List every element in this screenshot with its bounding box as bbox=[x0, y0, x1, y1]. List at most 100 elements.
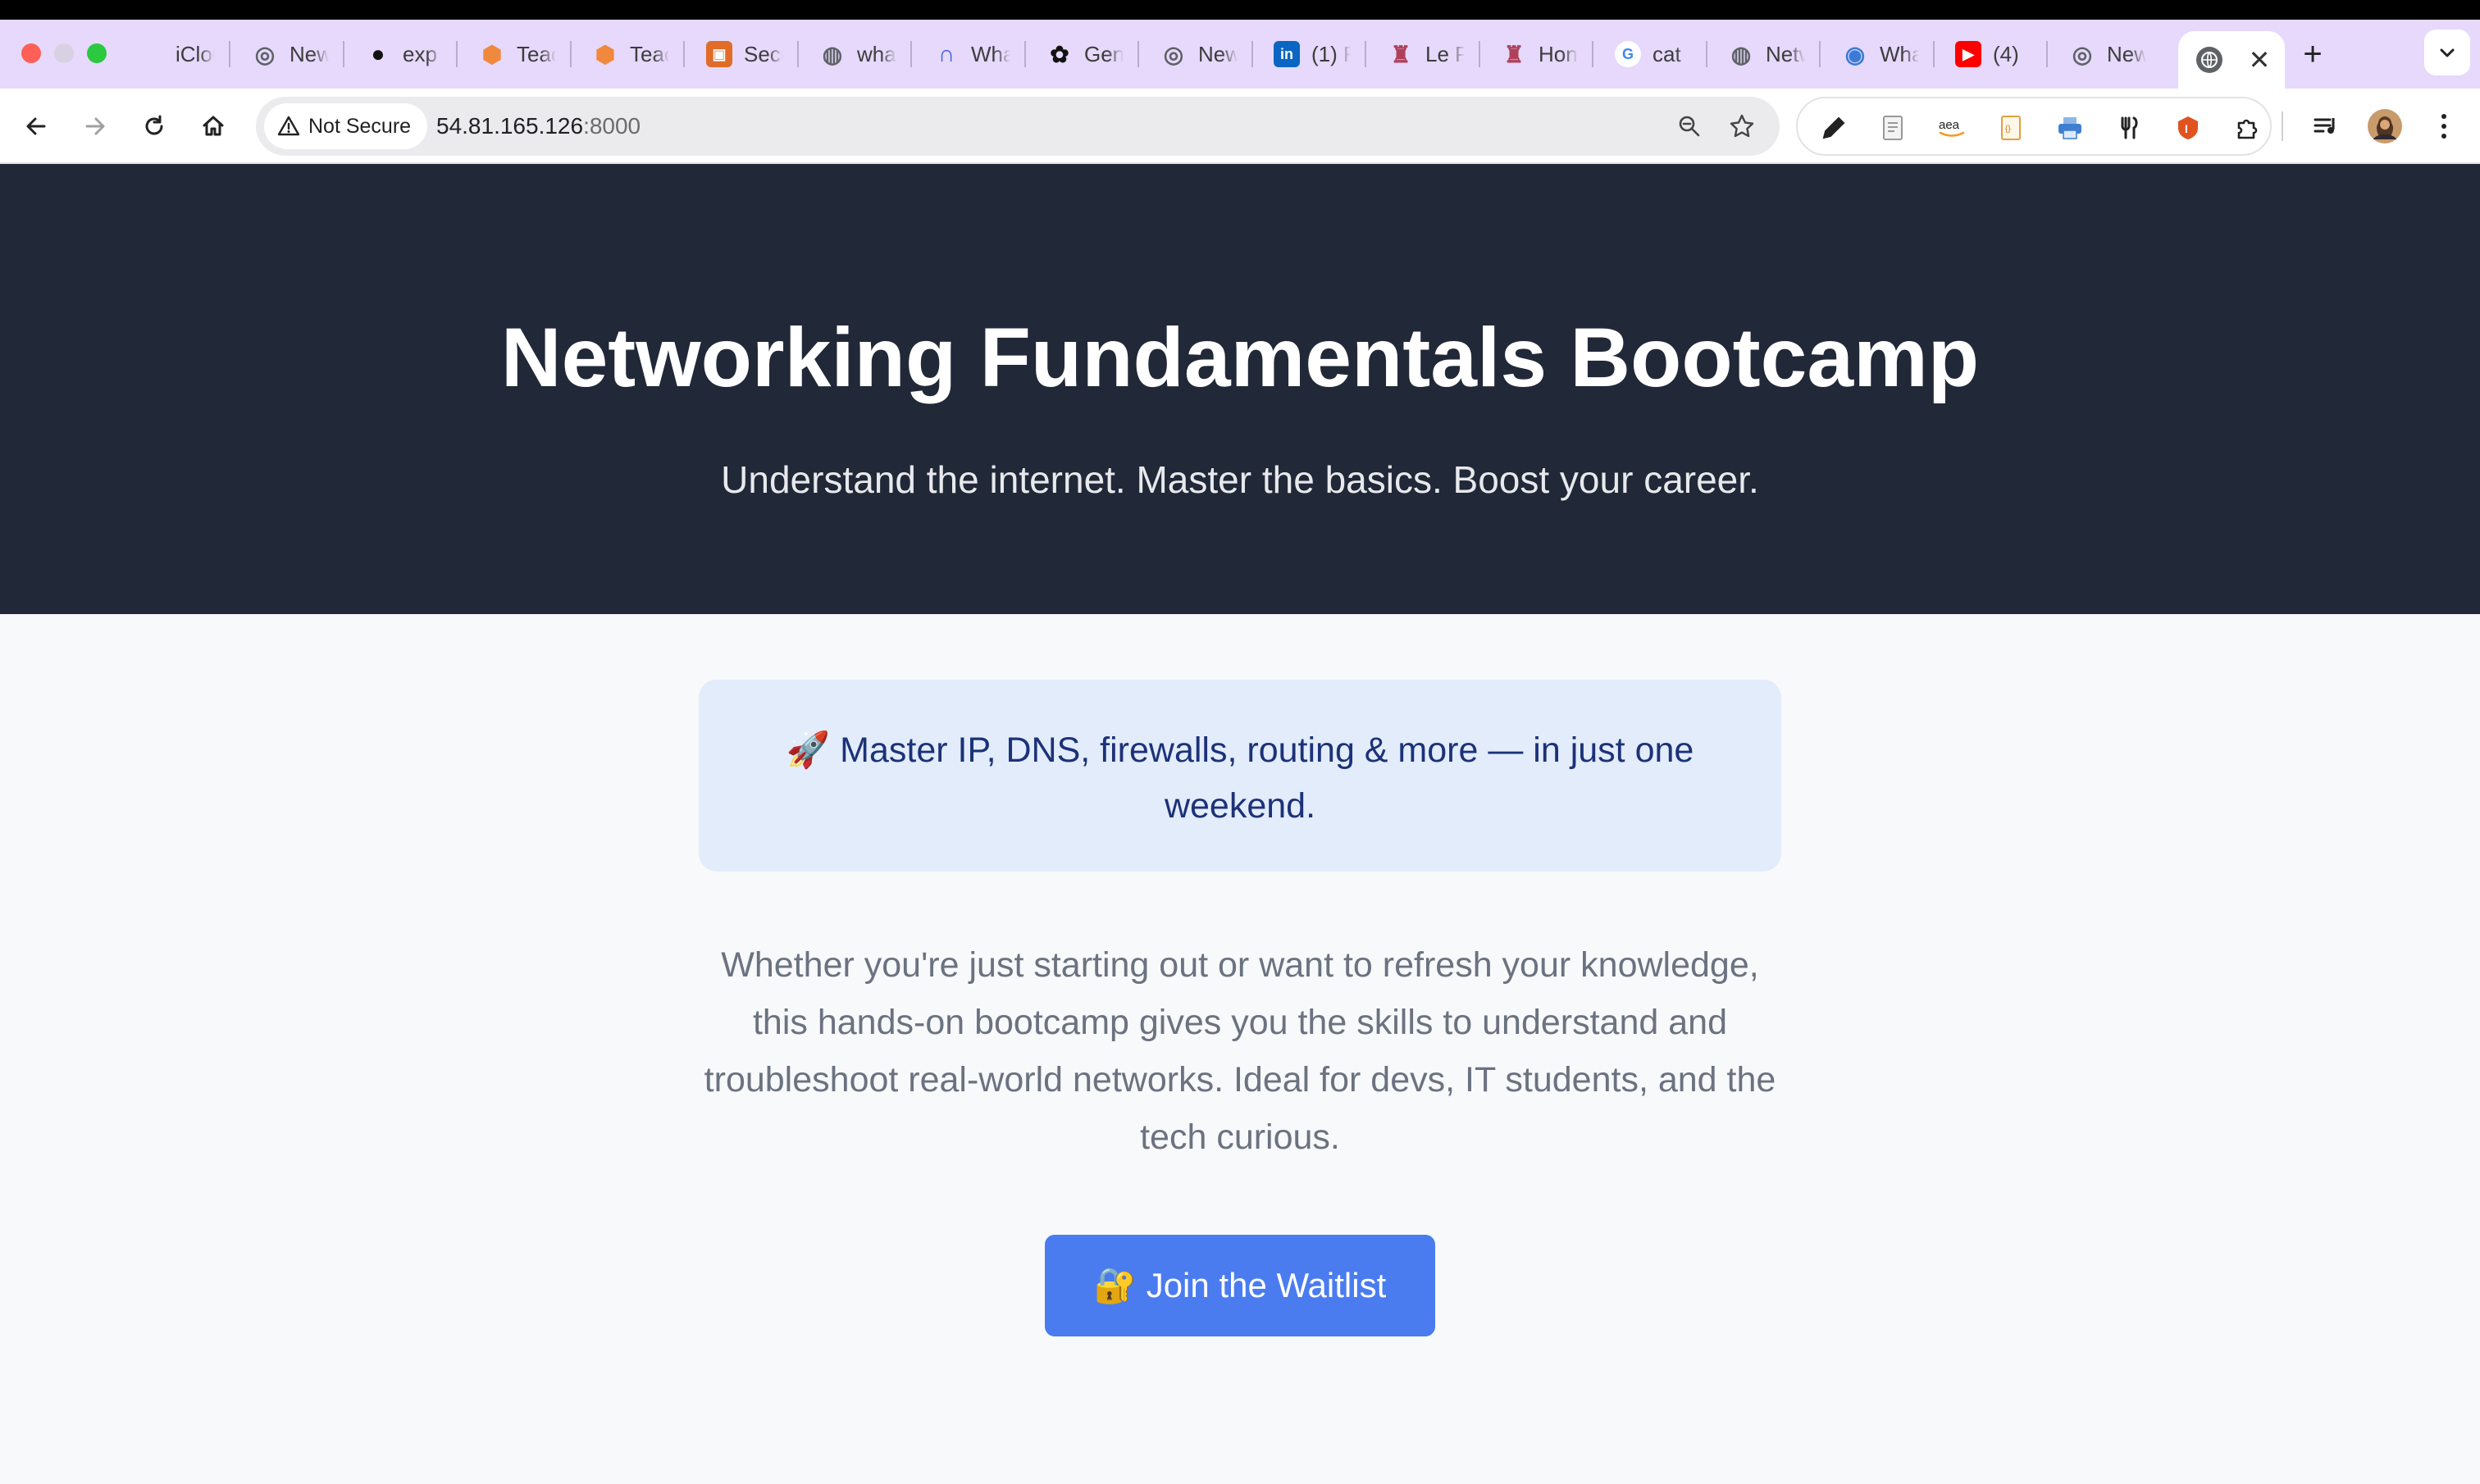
eyedropper-extension-icon[interactable] bbox=[1819, 113, 1849, 143]
tab[interactable]: in (1) F bbox=[1274, 20, 1351, 89]
tab-title: Netw bbox=[1766, 41, 1805, 66]
tab-title: Wha bbox=[971, 41, 1010, 66]
reload-button[interactable] bbox=[134, 107, 174, 146]
tab-search-button[interactable] bbox=[2424, 30, 2470, 75]
tab-title: New bbox=[2107, 41, 2146, 66]
tab[interactable]: ◎ New bbox=[1160, 20, 1238, 89]
zoom-icon[interactable] bbox=[1675, 112, 1704, 141]
tab-title: cat bbox=[1653, 41, 1681, 66]
url-host: 54.81.165.126 bbox=[436, 113, 584, 139]
tab-separator bbox=[456, 41, 458, 67]
tab[interactable]: ⬢ Teach bbox=[592, 20, 669, 89]
extensions-area: aea {} I bbox=[1796, 97, 2272, 156]
bookmark-star-icon[interactable] bbox=[1727, 112, 1757, 141]
tab-separator bbox=[910, 41, 912, 67]
security-icon: ▣ bbox=[706, 41, 732, 67]
address-bar[interactable]: Not Secure 54.81.165.126:8000 bbox=[256, 97, 1780, 156]
extensions-puzzle-icon[interactable] bbox=[2232, 113, 2262, 143]
callout-text: 🚀 Master IP, DNS, firewalls, routing & m… bbox=[786, 731, 1694, 826]
url-port: :8000 bbox=[583, 113, 641, 139]
description-text: Whether you're just starting out or want… bbox=[704, 945, 1776, 1157]
openai-icon: ✿ bbox=[1050, 41, 1069, 67]
tab-separator bbox=[570, 41, 572, 67]
hexagon-icon: ⬢ bbox=[481, 41, 503, 67]
profile-avatar-button[interactable] bbox=[2365, 107, 2405, 146]
tab-separator bbox=[1933, 41, 1935, 67]
tab-separator bbox=[1819, 41, 1821, 67]
hexagon-icon: ⬢ bbox=[595, 41, 616, 67]
tab[interactable]: ✿ Gen bbox=[1046, 20, 1124, 89]
svg-text:I: I bbox=[2185, 122, 2188, 135]
join-waitlist-button[interactable]: 🔐 Join the Waitlist bbox=[1045, 1235, 1435, 1336]
arrow-left-icon bbox=[26, 117, 46, 135]
toolbar-divider bbox=[2282, 112, 2283, 141]
linkedin-icon: in bbox=[1274, 41, 1300, 67]
avatar bbox=[2368, 109, 2402, 143]
tab-active[interactable]: ✕ bbox=[2178, 31, 2285, 89]
tab-bar: iCloud ◎ New Tab ● exp ⬢ Teach ⬢ Teach ▣ Secu ◍ wha ∩… bbox=[0, 20, 2480, 89]
arc-icon: ∩ bbox=[937, 41, 955, 66]
tab-title: Le P bbox=[1425, 41, 1465, 66]
printer-extension-icon[interactable] bbox=[2055, 113, 2085, 143]
tab[interactable]: ● exp bbox=[365, 20, 442, 89]
tab-title: (4) bbox=[1993, 41, 2019, 66]
page-subtitle: Understand the internet. Master the basi… bbox=[721, 458, 1759, 501]
globe-icon bbox=[2196, 47, 2222, 73]
svg-text:{}: {} bbox=[2005, 125, 2011, 134]
media-control-button[interactable] bbox=[2306, 107, 2346, 146]
tab-title: exp bbox=[403, 41, 437, 66]
tab[interactable]: ◍ wha bbox=[819, 20, 896, 89]
earth-icon: ◉ bbox=[1844, 41, 1866, 67]
chrome-icon: ◎ bbox=[254, 41, 276, 67]
tab-title: New Tab bbox=[289, 41, 329, 66]
tab[interactable]: Gcat bbox=[1615, 20, 1692, 89]
tab-separator bbox=[797, 41, 799, 67]
tab[interactable]: ◉ Wha bbox=[1842, 20, 1919, 89]
tab[interactable]: ∩ Wha bbox=[933, 20, 1010, 89]
tab[interactable]: ▶ (4) bbox=[1955, 20, 2032, 89]
tab-title: Secu bbox=[744, 41, 783, 66]
apple-icon bbox=[138, 41, 164, 67]
tab[interactable]: ▣ Secu bbox=[706, 20, 783, 89]
back-button[interactable] bbox=[16, 107, 56, 146]
svg-text:aea: aea bbox=[1939, 118, 1960, 132]
tab-separator bbox=[1592, 41, 1593, 67]
tab[interactable]: ◎ New Tab bbox=[252, 20, 329, 89]
site-info-button[interactable]: Not Secure bbox=[264, 103, 428, 149]
tab[interactable]: ⬢ Teach bbox=[479, 20, 556, 89]
json-extension-icon[interactable]: {} bbox=[1996, 113, 2026, 143]
tab-title: wha bbox=[857, 41, 896, 66]
tab-separator bbox=[1024, 41, 1026, 67]
document-extension-icon[interactable] bbox=[1878, 113, 1908, 143]
tab-separator bbox=[229, 41, 230, 67]
window-zoom-button[interactable] bbox=[87, 43, 107, 63]
tower-icon: ♜ bbox=[1390, 41, 1411, 67]
amazon-extension-icon[interactable]: aea bbox=[1937, 113, 1967, 143]
tab-separator bbox=[1706, 41, 1707, 67]
highlight-callout: 🚀 Master IP, DNS, firewalls, routing & m… bbox=[699, 680, 1781, 872]
globe-icon: ◍ bbox=[1730, 41, 1752, 67]
tab-separator bbox=[1251, 41, 1253, 67]
url-text[interactable]: 54.81.165.126:8000 bbox=[436, 97, 641, 156]
tab[interactable]: ♜ Hon bbox=[1501, 20, 1578, 89]
tab-title: iCloud bbox=[176, 41, 215, 66]
media-queue-icon bbox=[2314, 118, 2335, 134]
tab[interactable]: iCloud bbox=[138, 20, 215, 89]
browser-toolbar: Not Secure 54.81.165.126:8000 aea {} I bbox=[0, 89, 2480, 164]
os-top-strip bbox=[0, 0, 2480, 20]
tab-title: Wha bbox=[1880, 41, 1919, 66]
close-tab-icon[interactable]: ✕ bbox=[2244, 44, 2275, 75]
tab-title: (1) F bbox=[1311, 41, 1351, 66]
window-minimize-button[interactable] bbox=[54, 43, 74, 63]
wrench-extension-icon[interactable] bbox=[2114, 113, 2144, 143]
tab[interactable]: ♜ Le P bbox=[1388, 20, 1465, 89]
tab[interactable]: ◎ New bbox=[2069, 20, 2146, 89]
home-button[interactable] bbox=[194, 107, 233, 146]
new-tab-button[interactable]: + bbox=[2296, 38, 2329, 72]
security-extension-icon[interactable]: I bbox=[2173, 113, 2203, 143]
reload-icon bbox=[145, 115, 163, 135]
forward-button[interactable] bbox=[75, 107, 115, 146]
window-close-button[interactable] bbox=[21, 43, 41, 63]
tab[interactable]: ◍ Netw bbox=[1728, 20, 1805, 89]
browser-menu-button[interactable] bbox=[2424, 107, 2464, 146]
